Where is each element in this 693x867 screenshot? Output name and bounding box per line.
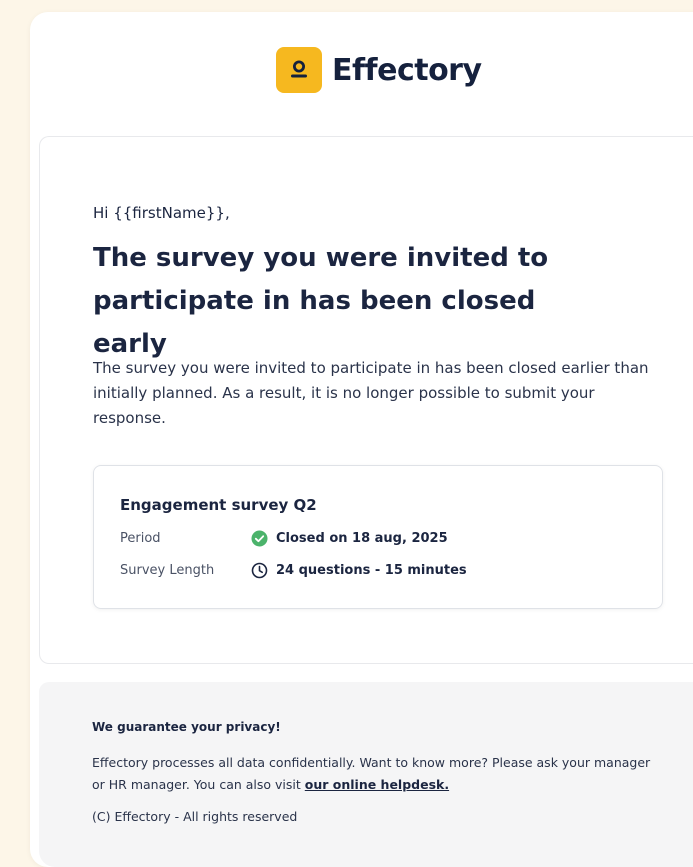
copyright: (C) Effectory - All rights reserved bbox=[92, 809, 298, 824]
brand-logo: Effectory bbox=[276, 47, 482, 93]
helpdesk-link[interactable]: our online helpdesk. bbox=[305, 777, 449, 792]
privacy-footer: We guarantee your privacy! Effectory pro… bbox=[39, 682, 693, 867]
brand-name: Effectory bbox=[332, 52, 482, 88]
length-value: 24 questions - 15 minutes bbox=[276, 562, 467, 578]
privacy-text: Effectory processes all data confidentia… bbox=[92, 752, 652, 796]
privacy-title: We guarantee your privacy! bbox=[92, 720, 281, 734]
greeting: Hi {{firstName}}, bbox=[93, 204, 230, 222]
check-circle-icon bbox=[250, 529, 268, 547]
period-row: Period Closed on 18 aug, 2025 bbox=[120, 528, 448, 548]
survey-summary-box: Engagement survey Q2 Period Closed on 18… bbox=[93, 465, 663, 609]
length-row: Survey Length 24 questions - 15 minutes bbox=[120, 560, 467, 580]
headline: The survey you were invited to participa… bbox=[93, 243, 549, 359]
clock-icon bbox=[250, 561, 268, 579]
period-value: Closed on 18 aug, 2025 bbox=[276, 530, 448, 546]
period-label: Period bbox=[120, 530, 161, 546]
survey-title: Engagement survey Q2 bbox=[120, 496, 317, 514]
body-text: The survey you were invited to participa… bbox=[93, 359, 649, 427]
email-card: Effectory Hi {{firstName}}, The survey y… bbox=[30, 12, 693, 867]
email-content: Hi {{firstName}}, The survey you were in… bbox=[39, 136, 693, 664]
person-icon bbox=[276, 47, 322, 93]
length-label: Survey Length bbox=[120, 562, 215, 578]
